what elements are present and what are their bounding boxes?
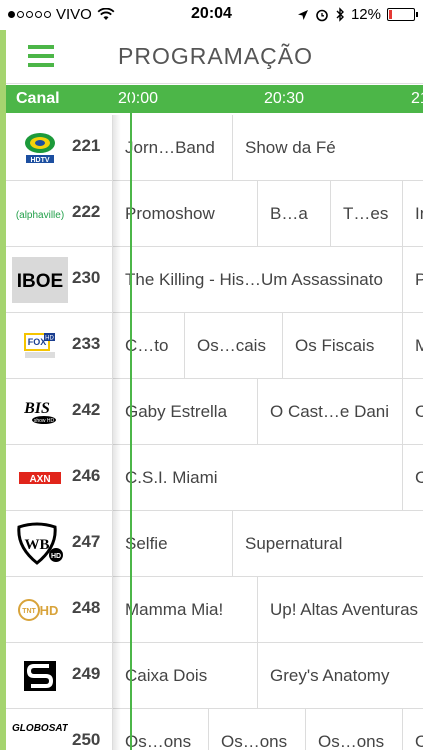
page-title: PROGRAMAÇÃO [118,43,314,69]
time-header: Canal 20:00 20:30 21 [6,85,423,113]
svg-text:HD: HD [45,336,54,342]
program-cell[interactable]: Os…ons [209,709,306,750]
battery-icon [387,8,418,21]
channel-cell[interactable]: GLOBOSAT 250 [6,709,113,750]
channel-row: TNT HD 248 Mamma Mia! Up! Altas Aventuras [6,577,423,643]
program-cell[interactable]: P [403,247,423,313]
channel-row: BIS show HD 242 Gaby Estrella O Cast…e Da… [6,379,423,445]
program-cell[interactable]: C [403,445,423,511]
time-slot-label: 20:00 [118,90,159,107]
tnt-hd-logo: TNT HD [12,587,68,633]
program-cell[interactable]: Supernatural [233,511,423,577]
svg-text:HDTV: HDTV [30,157,49,164]
channel-number: 247 [72,532,101,551]
time-slot-label: 20:30 [264,90,305,107]
program-cell[interactable]: Promoshow [113,181,258,247]
channel-cell[interactable]: 249 [6,643,113,709]
channel-cell[interactable]: AXN 246 [6,445,113,511]
program-cell[interactable]: B…a [258,181,331,247]
svg-text:FOX: FOX [28,337,47,347]
channel-row: GLOBOSAT 250 Os…ons Os…ons Os…ons O [6,709,423,750]
status-right: 12% [297,6,418,23]
channel-row: WB HD 247 Selfie Supernatural [6,511,423,577]
bluetooth-icon [336,7,344,22]
band-hd-logo: HDTV [12,125,68,171]
svg-text:(alphaville): (alphaville) [16,210,64,221]
channel-cell[interactable]: FOX HD 233 [6,313,113,379]
alarm-icon [316,9,328,21]
program-cell[interactable]: Mamma Mia! [113,577,258,643]
channel-row: FOX HD 233 C…to Os…cais Os Fiscais M [6,313,423,379]
alphaville-logo: (alphaville) [12,191,68,237]
channel-number: 249 [72,664,101,683]
channel-cell[interactable]: IBOE 230 [6,247,113,313]
channel-number: 222 [72,202,101,221]
program-cell[interactable]: M [403,313,423,379]
program-cell[interactable]: Up! Altas Aventuras [258,577,423,643]
svg-text:WB: WB [24,537,49,553]
program-cell[interactable]: Grey's Anatomy [258,643,423,709]
iboe-logo: IBOE [12,257,68,303]
program-cell[interactable]: O [403,709,423,750]
warner-logo: WB HD [12,521,68,567]
time-slot-label: 21 [411,90,423,107]
location-arrow-icon [297,9,308,20]
program-cell[interactable]: O Cast…e Dani [258,379,403,445]
channel-cell[interactable]: (alphaville) 222 [6,181,113,247]
program-cell[interactable]: C.S.I. Miami [113,445,403,511]
svg-text:HD: HD [51,553,61,560]
channel-number: 233 [72,334,101,353]
current-time-indicator [130,85,132,750]
canal-column-label: Canal [16,90,60,107]
program-cell[interactable]: O [403,379,423,445]
svg-text:IBOE: IBOE [17,271,63,292]
channel-row: (alphaville) 222 Promoshow B…a T…es In [6,181,423,247]
program-cell[interactable]: Os…cais [185,313,283,379]
app-header: PROGRAMAÇÃO [6,30,423,84]
svg-text:TNT: TNT [22,608,36,615]
program-cell[interactable]: The Killing - His…Um Assassinato [113,247,403,313]
channel-cell[interactable]: BIS show HD 242 [6,379,113,445]
program-cell[interactable]: Os…ons [306,709,403,750]
svg-text:HD: HD [40,603,59,618]
channel-number: 246 [72,466,101,485]
sony-logo [12,653,68,699]
bis-show-logo: BIS show HD [12,389,68,435]
svg-text:AXN: AXN [29,474,50,485]
channel-number: 250 [72,730,101,749]
channel-cell[interactable]: TNT HD 248 [6,577,113,643]
program-cell[interactable]: In [403,181,423,247]
program-cell[interactable]: Os Fiscais [283,313,403,379]
globosat-logo: GLOBOSAT [12,719,68,750]
channel-cell[interactable]: WB HD 247 [6,511,113,577]
channel-number: 242 [72,400,101,419]
status-bar: VIVO 20:04 12% [0,0,423,30]
channel-number: 221 [72,136,101,155]
svg-text:show HD: show HD [34,418,55,424]
channel-number: 230 [72,268,101,287]
axn-logo: AXN [12,455,68,501]
program-cell[interactable]: T…es [331,181,403,247]
channel-cell[interactable]: HDTV 221 [6,115,113,181]
svg-text:BIS: BIS [23,400,50,417]
program-cell[interactable]: Show da Fé [233,115,423,181]
fox-natgeo-logo: FOX HD [12,323,68,369]
channel-row: 249 Caixa Dois Grey's Anatomy [6,643,423,709]
program-cell[interactable]: Gaby Estrella [113,379,258,445]
channel-number: 248 [72,598,101,617]
channel-row: IBOE 230 The Killing - His…Um Assassinat… [6,247,423,313]
svg-text:GLOBOSAT: GLOBOSAT [12,723,68,734]
program-cell[interactable]: C…to [113,313,185,379]
program-cell[interactable]: Caixa Dois [113,643,258,709]
battery-percent: 12% [350,6,381,23]
hamburger-menu-icon[interactable] [28,45,54,67]
channel-row: AXN 246 C.S.I. Miami C [6,445,423,511]
program-cell[interactable]: Os…ons [113,709,209,750]
channel-row: HDTV 221 Jorn…Band Show da Fé [6,115,423,181]
